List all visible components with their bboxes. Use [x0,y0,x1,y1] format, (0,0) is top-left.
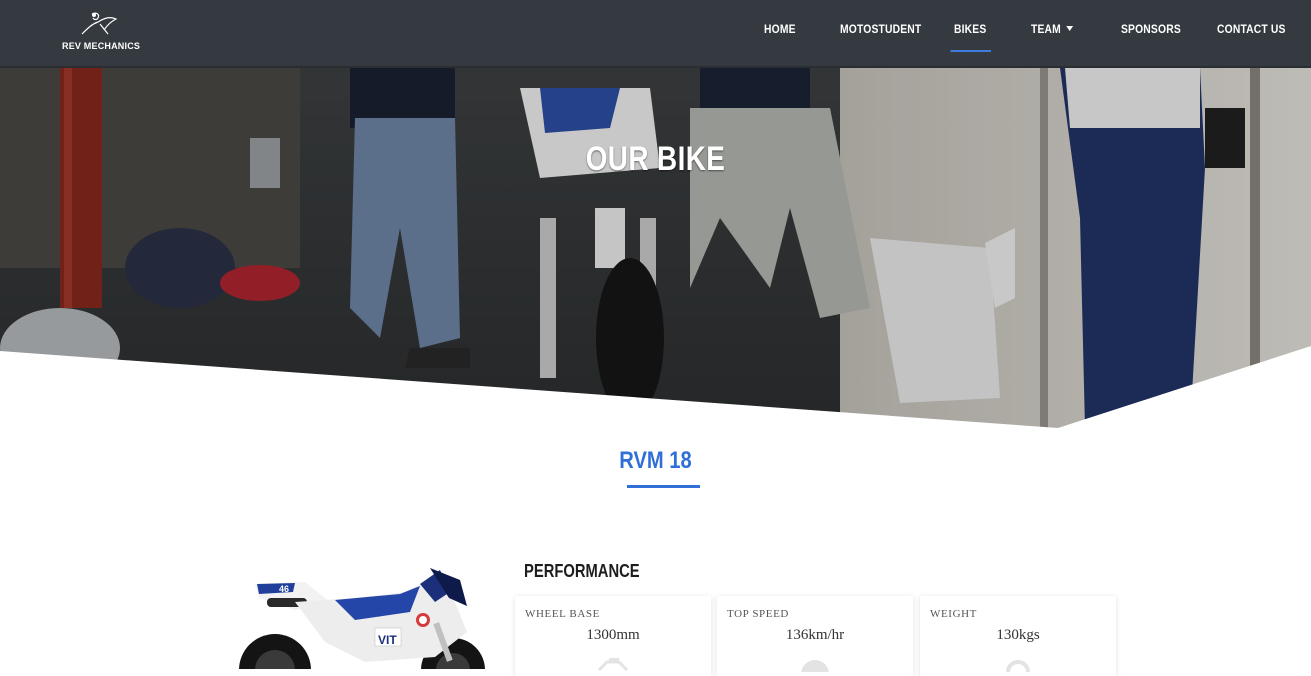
wheelbase-icon [597,658,629,672]
weight-icon [1006,660,1030,672]
nav-team-dropdown[interactable]: TEAM [1031,22,1073,44]
rider-logo-icon [81,12,118,35]
bike-model-title: RVM 18 [619,447,692,474]
brand-name: REV MECHANICS [62,41,141,51]
spec-value: 130kgs [996,627,1040,643]
spec-label: TOP SPEED [727,608,789,620]
spec-card-wheel-base: WHEEL BASE 1300mm [515,596,711,676]
spec-label: WHEEL BASE [525,608,600,620]
hero-photo [0,68,1311,430]
nav-sponsors[interactable]: SPONSORS [1121,22,1181,44]
spec-value: 136km/hr [785,627,845,643]
svg-text:46: 46 [279,584,289,594]
spec-card-weight: WEIGHT 130kgs [920,596,1116,676]
nav-home[interactable]: HOME [764,22,796,44]
spec-label: WEIGHT [930,608,977,620]
nav-bikes-label: BIKES [954,22,987,36]
nav-motostudent[interactable]: MOTOSTUDENT [840,22,921,44]
top-navbar: REV MECHANICS HOME MOTOSTUDENT BIKES TEA… [0,0,1311,68]
brand-logo-link[interactable]: REV MECHANICS [58,10,144,54]
speedometer-icon [801,660,829,672]
bike-photo: 46 VIT [235,562,495,669]
caret-down-icon [1066,26,1073,31]
title-underline [627,485,700,488]
spec-card-top-speed: TOP SPEED 136km/hr [717,596,913,676]
spec-value: 1300mm [586,627,640,643]
nav-bikes[interactable]: BIKES [950,22,991,52]
hero-title: OUR BIKE [585,140,726,178]
performance-heading: PERFORMANCE [524,561,640,581]
nav-contact-us[interactable]: CONTACT US [1217,22,1286,44]
hero-banner: OUR BIKE [0,68,1311,430]
nav-team-label: TEAM [1031,22,1061,36]
svg-text:VIT: VIT [378,633,397,647]
